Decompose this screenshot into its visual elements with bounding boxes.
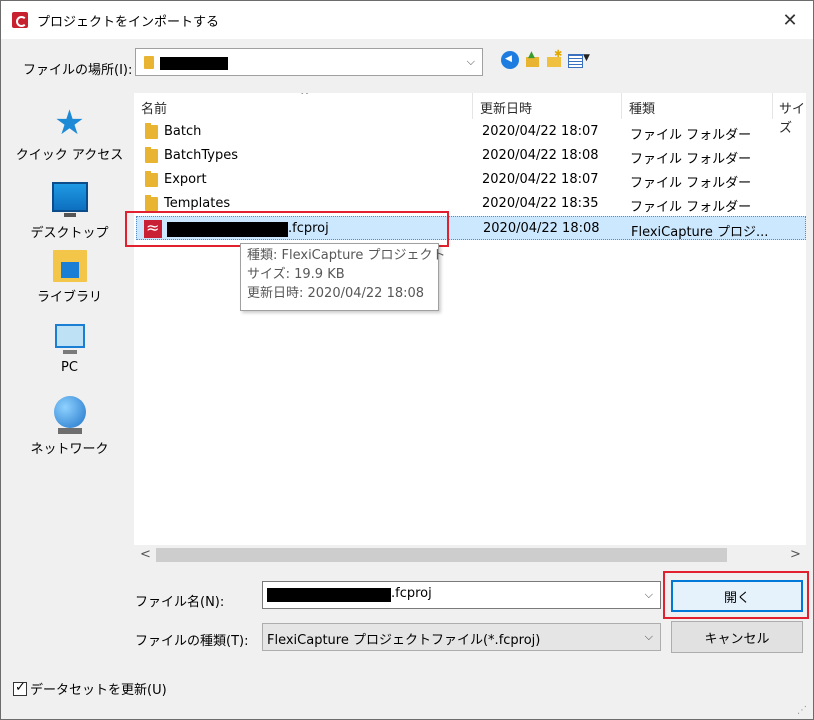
place-pc[interactable]: PC [12, 324, 127, 375]
place-label: ライブラリ [36, 290, 102, 305]
cancel-button[interactable]: キャンセル [671, 621, 803, 653]
file-row-folder[interactable]: Batch 2020/04/22 18:07 ファイル フォルダー [136, 120, 806, 144]
file-row-folder[interactable]: BatchTypes 2020/04/22 18:08 ファイル フォルダー [136, 144, 806, 168]
back-icon[interactable] [501, 51, 519, 69]
folder-icon [145, 171, 158, 187]
tooltip-size: サイズ: 19.9 KB [247, 267, 345, 282]
pc-icon [54, 324, 85, 354]
places-bar: ★ クイック アクセス デスクトップ ライブラリ PC ネットワーク [12, 94, 127, 559]
column-date[interactable]: 更新日時 [480, 98, 532, 117]
file-date: 2020/04/22 18:07 [482, 172, 599, 187]
place-library[interactable]: ライブラリ [12, 250, 127, 305]
new-folder-icon[interactable] [545, 49, 563, 69]
place-label: クイック アクセス [15, 148, 124, 163]
view-menu-icon[interactable] [567, 51, 593, 69]
folder-icon [145, 195, 158, 211]
column-header: ^ 名前 更新日時 種類 サイズ [134, 93, 806, 136]
file-name: Templates [164, 196, 231, 211]
redacted-filename [267, 588, 391, 602]
place-desktop[interactable]: デスクトップ [12, 182, 127, 241]
place-label: ネットワーク [30, 442, 109, 457]
navigation-toolbar [501, 49, 593, 71]
place-network[interactable]: ネットワーク [12, 396, 127, 457]
chevron-down-icon[interactable]: ⌵ [467, 55, 475, 69]
chevron-down-icon[interactable]: ⌵ [645, 588, 653, 602]
filetype-select[interactable]: FlexiCapture プロジェクトファイル(*.fcproj) ⌵ [262, 623, 661, 651]
filetype-value: FlexiCapture プロジェクトファイル(*.fcproj) [267, 633, 541, 648]
filename-input[interactable]: .fcproj ⌵ [262, 581, 661, 609]
file-name: BatchTypes [164, 148, 239, 163]
file-date: 2020/04/22 18:35 [482, 196, 599, 211]
update-dataset-checkbox[interactable] [13, 680, 27, 696]
library-icon [52, 250, 87, 282]
file-type: ファイル フォルダー [630, 128, 752, 143]
file-type: FlexiCapture プロジ... [631, 225, 769, 240]
place-quick-access[interactable]: ★ クイック アクセス [12, 106, 127, 163]
file-list[interactable]: ^ 名前 更新日時 種類 サイズ Batch 2020/04/22 18:07 … [134, 93, 806, 565]
file-type: ファイル フォルダー [630, 200, 752, 215]
filename-extension: .fcproj [391, 586, 432, 601]
scroll-right-icon[interactable]: > [790, 547, 801, 562]
scroll-left-icon[interactable]: < [140, 547, 151, 562]
file-type: ファイル フォルダー [630, 152, 752, 167]
quick-access-star-icon: ★ [54, 103, 85, 143]
import-project-dialog: プロジェクトをインポートする ✕ ファイルの場所(I): ⌵ ★ クイック アク… [0, 0, 814, 720]
flexicapture-app-icon [12, 12, 28, 28]
file-date: 2020/04/22 18:08 [482, 148, 599, 163]
column-divider[interactable] [772, 93, 773, 119]
update-dataset-label: データセットを更新(U) [30, 683, 167, 698]
filename-label: ファイル名(N): [135, 595, 225, 610]
sort-ascending-icon: ^ [300, 93, 310, 102]
file-type: ファイル フォルダー [630, 176, 752, 191]
tooltip-modified: 更新日時: 2020/04/22 18:08 [247, 286, 425, 301]
location-combobox[interactable]: ⌵ [135, 48, 483, 76]
resize-grip-icon[interactable]: ⋰ [797, 705, 807, 716]
folder-icon [145, 123, 158, 139]
folder-icon [145, 147, 158, 163]
place-label: デスクトップ [30, 226, 109, 241]
up-folder-icon[interactable] [523, 50, 541, 69]
scroll-thumb[interactable] [156, 548, 727, 562]
column-name[interactable]: 名前 [141, 98, 167, 117]
network-icon [53, 396, 86, 434]
location-label: ファイルの場所(I): [23, 63, 133, 78]
column-divider[interactable] [472, 93, 473, 119]
desktop-icon [51, 182, 88, 217]
chevron-down-icon[interactable]: ⌵ [645, 630, 653, 644]
filetype-label: ファイルの種類(T): [135, 634, 249, 649]
file-name: Batch [164, 124, 202, 139]
folder-icon [144, 56, 154, 69]
place-label: PC [61, 360, 78, 375]
file-date: 2020/04/22 18:08 [483, 221, 600, 236]
red-highlight-file [125, 211, 449, 247]
tooltip-type: 種類: FlexiCapture プロジェクト [247, 248, 446, 263]
file-date: 2020/04/22 18:07 [482, 124, 599, 139]
update-dataset-option[interactable]: データセットを更新(U) [13, 679, 167, 698]
close-button[interactable]: ✕ [767, 1, 813, 39]
redacted-location [160, 57, 228, 70]
column-type[interactable]: 種類 [629, 98, 655, 117]
file-name: Export [164, 172, 207, 187]
title-bar: プロジェクトをインポートする ✕ [1, 1, 813, 39]
window-title: プロジェクトをインポートする [37, 15, 220, 30]
file-tooltip: 種類: FlexiCapture プロジェクト サイズ: 19.9 KB 更新日… [240, 243, 446, 311]
horizontal-scrollbar[interactable]: < > [134, 545, 806, 565]
file-row-folder[interactable]: Export 2020/04/22 18:07 ファイル フォルダー [136, 168, 806, 192]
red-highlight-open [663, 571, 809, 619]
column-divider[interactable] [621, 93, 622, 119]
